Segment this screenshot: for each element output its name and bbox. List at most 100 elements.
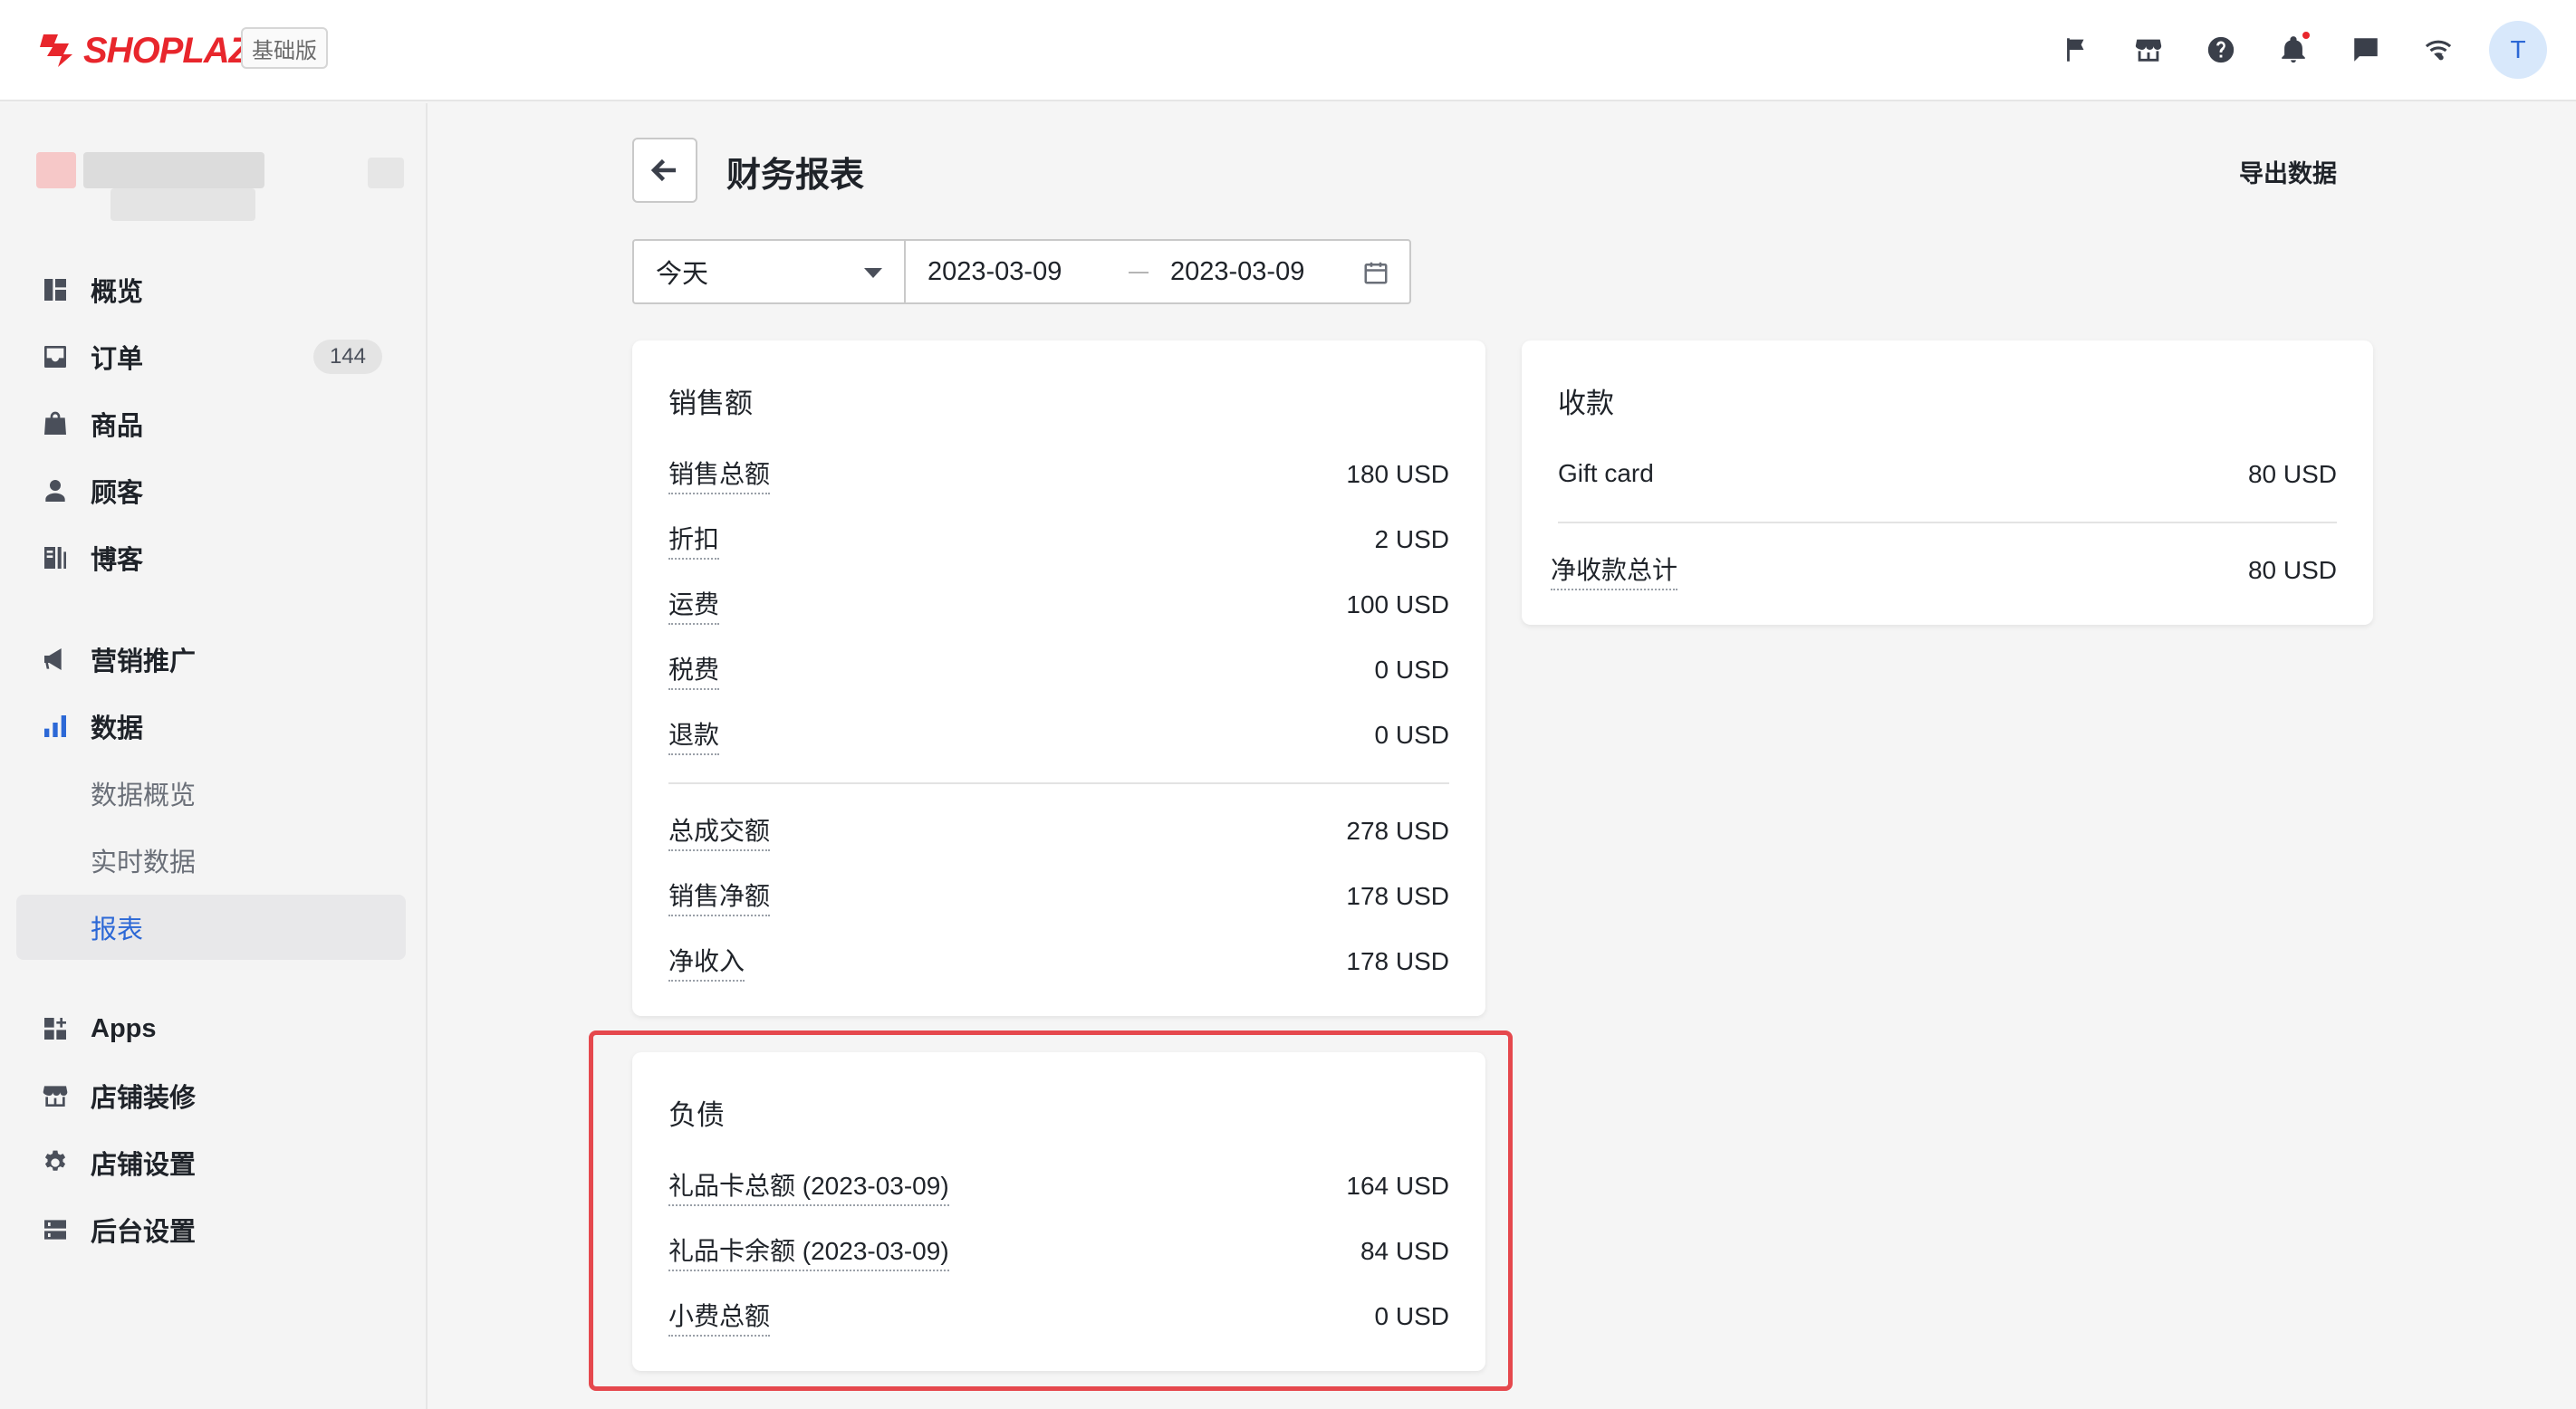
row-value: 0 USD (1374, 656, 1449, 684)
sidebar-item-label: 数据概览 (91, 781, 197, 810)
sidebar-item-store-settings[interactable]: 店铺设置 (16, 1130, 406, 1195)
gear-icon (44, 1150, 66, 1171)
sidebar-item-analytics[interactable]: 数据 (16, 694, 406, 759)
megaphone-icon (44, 648, 62, 670)
date-filter: 今天 2023-03-09 2023-03-09 (632, 239, 1411, 304)
sidebar-item-label: 博客 (91, 546, 144, 575)
flag-button[interactable] (2051, 24, 2101, 75)
sidebar: 概览 订单 144 商品 顾客 博客 营销推广 数据 数据概览 实时数据 报表 … (0, 103, 428, 1409)
network-button[interactable] (2413, 24, 2464, 75)
user-avatar[interactable]: T (2489, 21, 2547, 79)
top-actions: T (2029, 18, 2547, 81)
row-label[interactable]: 运费 (668, 585, 720, 625)
sidebar-item-products[interactable]: 商品 (16, 391, 406, 456)
store-name-blurred (83, 152, 264, 188)
row-label[interactable]: 销售净额 (668, 877, 771, 916)
top-bar: SHOPLAZZA 基础版 T (0, 0, 2576, 101)
row-value: 278 USD (1346, 817, 1449, 845)
app-root: SHOPLAZZA 基础版 T 概览 订单 144 商品 顾客 博客 营销推广 … (0, 0, 2576, 1409)
divider (1558, 522, 2337, 523)
sidebar-item-theme[interactable]: 店铺装修 (16, 1063, 406, 1128)
sidebar-item-label: 店铺装修 (91, 1084, 197, 1113)
sidebar-item-label: 店铺设置 (91, 1151, 197, 1180)
divider (668, 782, 1449, 784)
messages-button[interactable] (2341, 24, 2391, 75)
row-label[interactable]: 净收款总计 (1551, 551, 1678, 590)
apps-icon (44, 1018, 66, 1040)
wifi-icon (2425, 40, 2452, 61)
sidebar-item-label: 订单 (91, 345, 144, 374)
notification-dot (2302, 32, 2310, 39)
help-icon (2207, 36, 2235, 63)
sales-total-row: 净收入 178 USD (668, 942, 1449, 982)
back-button[interactable] (632, 138, 697, 203)
row-value: 0 USD (1374, 721, 1449, 749)
chat-icon (2354, 38, 2378, 62)
sales-card: 销售额 销售总额 180 USD 折扣 2 USD 运费 100 USD 税费 … (632, 340, 1485, 1016)
arrow-left-icon (650, 158, 676, 182)
end-date[interactable]: 2023-03-09 (1170, 257, 1304, 287)
sidebar-item-marketing[interactable]: 营销推广 (16, 627, 406, 692)
dashboard-icon (44, 279, 66, 301)
row-value: 178 USD (1346, 882, 1449, 910)
sidebar-subitem-live-data[interactable]: 实时数据 (16, 828, 406, 893)
row-value: 80 USD (2247, 556, 2337, 584)
payments-row: Gift card 80 USD (1558, 456, 2337, 493)
payments-card: 收款 Gift card 80 USD 净收款总计 80 USD (1522, 340, 2373, 625)
sales-row: 运费 100 USD (668, 585, 1449, 625)
sales-row: 退款 0 USD (668, 715, 1449, 755)
store-switcher[interactable] (33, 145, 413, 226)
payments-total-row: 净收款总计 80 USD (1551, 551, 2337, 590)
row-value: 2 USD (1374, 525, 1449, 553)
calendar-icon[interactable] (1362, 259, 1389, 286)
highlight-annotation (589, 1030, 1513, 1391)
store-avatar-blurred (36, 152, 76, 188)
inbox-icon (44, 346, 66, 368)
sidebar-item-label: Apps (91, 1013, 157, 1043)
sales-row: 税费 0 USD (668, 650, 1449, 690)
row-value: 80 USD (2247, 460, 2337, 488)
notifications-button[interactable] (2268, 24, 2319, 75)
person-icon (45, 480, 65, 502)
sidebar-item-customers[interactable]: 顾客 (16, 458, 406, 523)
bar-chart-icon (44, 715, 66, 737)
sidebar-item-orders[interactable]: 订单 144 (16, 324, 406, 389)
row-label[interactable]: 净收入 (668, 942, 745, 982)
row-label[interactable]: 折扣 (668, 520, 720, 560)
sidebar-item-label: 营销推广 (91, 647, 197, 676)
row-label[interactable]: 销售总额 (668, 455, 771, 494)
row-value: 180 USD (1346, 460, 1449, 488)
store-button[interactable] (2123, 24, 2174, 75)
date-range-separator (1129, 272, 1149, 273)
row-label[interactable]: 退款 (668, 715, 720, 755)
sidebar-item-apps[interactable]: Apps (16, 996, 406, 1061)
shoplazza-logo-icon (40, 34, 72, 67)
sidebar-subitem-analytics-overview[interactable]: 数据概览 (16, 761, 406, 826)
help-button[interactable] (2196, 24, 2246, 75)
row-label[interactable]: 总成交额 (668, 811, 771, 851)
sidebar-item-label: 实时数据 (91, 848, 197, 877)
sales-total-row: 总成交额 278 USD (668, 811, 1449, 851)
bag-icon (44, 411, 66, 435)
export-data-button[interactable]: 导出数据 (2239, 154, 2337, 189)
sidebar-item-blog[interactable]: 博客 (16, 525, 406, 590)
sidebar-item-label: 概览 (91, 278, 144, 307)
date-range-picker[interactable]: 2023-03-09 2023-03-09 (906, 241, 1409, 302)
blog-icon (44, 547, 66, 569)
start-date[interactable]: 2023-03-09 (928, 257, 1062, 287)
sidebar-item-label: 商品 (91, 412, 144, 441)
sidebar-subitem-reports[interactable]: 报表 (16, 895, 406, 960)
sidebar-item-admin-settings[interactable]: 后台设置 (16, 1197, 406, 1262)
sidebar-item-overview[interactable]: 概览 (16, 257, 406, 322)
sales-row: 销售总额 180 USD (668, 455, 1449, 494)
storefront-icon (43, 1086, 68, 1107)
caret-down-icon (864, 268, 882, 278)
row-label: Gift card (1558, 459, 1654, 487)
plan-badge: 基础版 (241, 27, 328, 69)
date-preset-select[interactable]: 今天 (634, 241, 906, 302)
orders-count-badge: 144 (312, 340, 382, 374)
row-label[interactable]: 税费 (668, 650, 720, 690)
sidebar-item-label: 报表 (91, 915, 144, 944)
page-title: 财务报表 (726, 157, 865, 195)
card-title: 收款 (1558, 388, 1614, 419)
